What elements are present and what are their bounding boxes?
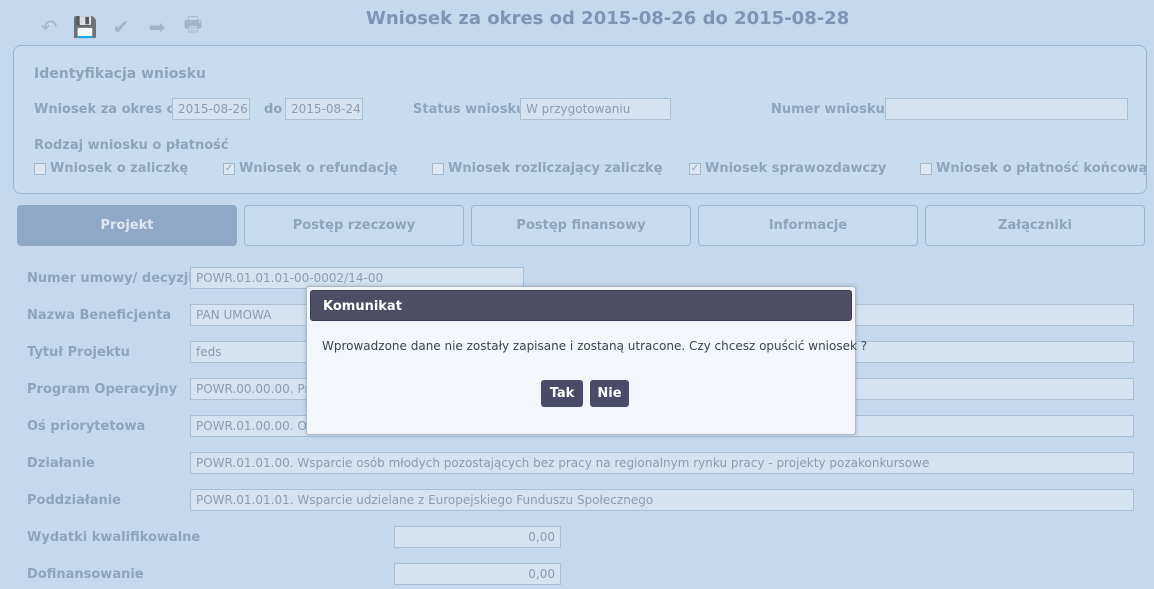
tab-informacje[interactable]: Informacje: [698, 205, 918, 246]
checkbox[interactable]: [432, 162, 444, 175]
priority-axis-label: Oś priorytetowa: [27, 419, 146, 434]
tab-projekt[interactable]: Projekt: [17, 205, 237, 246]
kind-label: Rodzaj wniosku o płatność: [34, 138, 229, 153]
dialog-title: Komunikat: [310, 290, 852, 321]
save-icon[interactable]: 💾: [72, 14, 98, 40]
beneficiary-label: Nazwa Beneficjenta: [27, 308, 172, 323]
number-label: Numer wniosku: [771, 102, 885, 117]
program-label: Program Operacyjny: [27, 382, 178, 397]
checkbox[interactable]: ✓: [223, 162, 235, 175]
kind-refund-option[interactable]: ✓ Wniosek o refundację: [223, 161, 398, 176]
checkbox-label: Wniosek sprawozdawczy: [705, 161, 887, 176]
dialog-message: Wprowadzone dane nie zostały zapisane i …: [322, 339, 868, 353]
subaction-field: POWR.01.01.01. Wsparcie udzielane z Euro…: [190, 489, 1134, 511]
checkbox[interactable]: [34, 162, 46, 175]
checkbox-label: Wniosek o płatność końcową: [936, 161, 1148, 176]
kind-advance-option[interactable]: Wniosek o zaliczkę: [34, 161, 188, 176]
cofinancing-label: Dofinansowanie: [27, 567, 144, 582]
submit-icon[interactable]: ➡: [144, 14, 170, 40]
identification-panel: Identyfikacja wniosku Wniosek za okres o…: [13, 45, 1147, 194]
eligible-expenses-field: 0,00: [394, 526, 561, 548]
kind-settlement-option[interactable]: Wniosek rozliczający zaliczkę: [432, 161, 663, 176]
checkbox-label: Wniosek o zaliczkę: [50, 161, 189, 176]
period-from-field[interactable]: 2015-08-26: [172, 98, 250, 120]
validate-icon[interactable]: ✔: [108, 14, 134, 40]
eligible-expenses-label: Wydatki kwalifikowalne: [27, 530, 201, 545]
period-label: Wniosek za okres od: [34, 102, 185, 117]
number-field[interactable]: [885, 98, 1128, 120]
status-label: Status wniosku: [413, 102, 526, 117]
checkbox[interactable]: ✓: [689, 162, 701, 175]
checkbox[interactable]: [920, 162, 932, 175]
status-field: W przygotowaniu: [520, 98, 671, 120]
no-button[interactable]: Nie: [590, 380, 629, 407]
yes-button[interactable]: Tak: [541, 380, 583, 407]
subaction-label: Poddziałanie: [27, 493, 121, 508]
tab-zalaczniki[interactable]: Załączniki: [925, 205, 1145, 246]
toolbar: ↶ 💾 ✔ ➡ 🖶: [36, 12, 206, 40]
tab-postep-rzeczowy[interactable]: Postęp rzeczowy: [244, 205, 464, 246]
period-to-field[interactable]: 2015-08-24: [285, 98, 363, 120]
page-title: Wniosek za okres od 2015-08-26 do 2015-0…: [366, 8, 850, 29]
undo-icon[interactable]: ↶: [36, 14, 62, 40]
kind-final-option[interactable]: Wniosek o płatność końcową: [920, 161, 1147, 176]
kind-report-option[interactable]: ✓ Wniosek sprawozdawczy: [689, 161, 886, 176]
action-label: Działanie: [27, 456, 95, 471]
identification-heading: Identyfikacja wniosku: [34, 66, 206, 82]
print-icon[interactable]: 🖶: [180, 12, 206, 40]
cofinancing-field: 0,00: [394, 563, 561, 585]
project-title-label: Tytuł Projektu: [27, 345, 130, 360]
contract-number-label: Numer umowy/ decyzji: [27, 271, 193, 286]
confirm-dialog: Komunikat Wprowadzone dane nie zostały z…: [306, 286, 867, 435]
tab-postep-finansowy[interactable]: Postęp finansowy: [471, 205, 691, 246]
action-field: POWR.01.01.00. Wsparcie osób młodych poz…: [190, 452, 1134, 474]
checkbox-label: Wniosek o refundację: [239, 161, 398, 176]
period-to-label: do: [264, 102, 283, 117]
checkbox-label: Wniosek rozliczający zaliczkę: [448, 161, 663, 176]
